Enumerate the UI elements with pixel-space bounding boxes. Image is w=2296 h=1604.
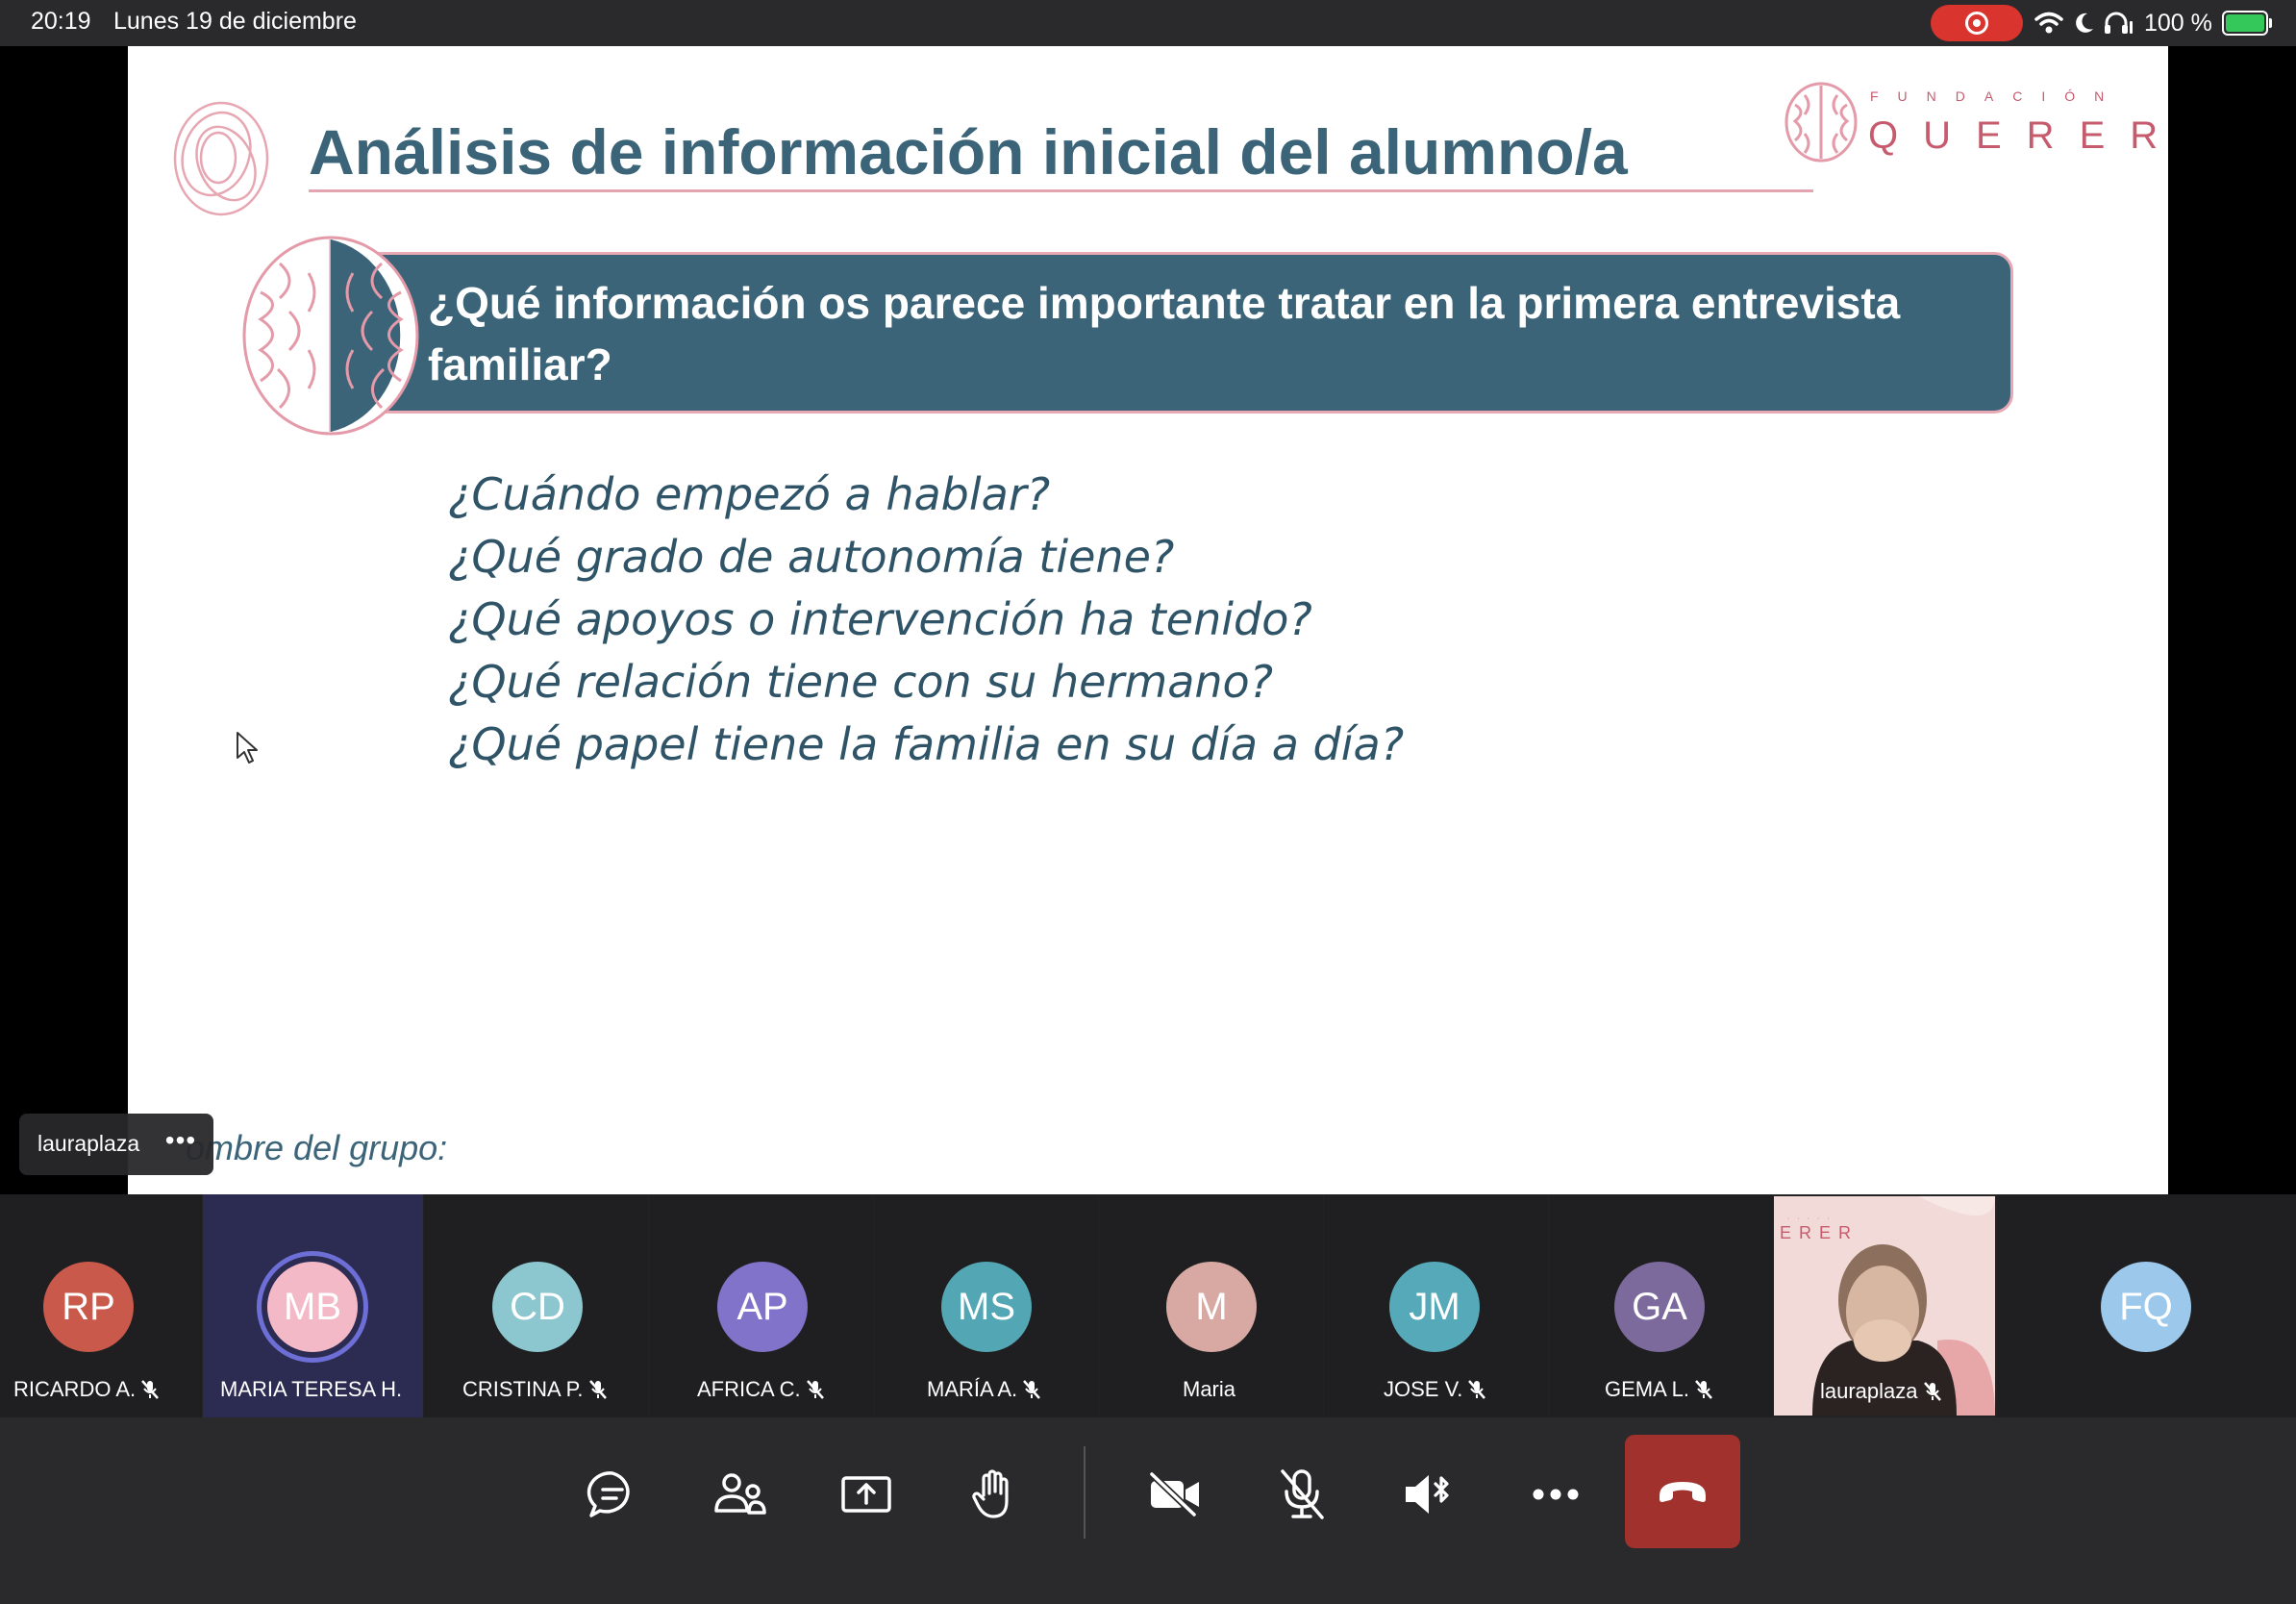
- participant-name: JOSE V.: [1384, 1377, 1486, 1402]
- list-item: ¿Qué apoyos o intervención ha tenido?: [448, 593, 1312, 645]
- questions-list: ¿Cuándo empezó a hablar? ¿Qué grado de a…: [448, 464, 1404, 776]
- camera-off-icon: [1149, 1471, 1199, 1517]
- chat-button[interactable]: [574, 1456, 651, 1533]
- avatar: GA: [1614, 1262, 1705, 1352]
- avatar: AP: [717, 1262, 808, 1352]
- participant-name: MARÍA A.: [927, 1377, 1041, 1402]
- participant-name-text: lauraplaza: [1820, 1379, 1918, 1403]
- list-item: ¿Cuándo empezó a hablar?: [448, 468, 1051, 520]
- wifi-icon: [2034, 12, 2063, 34]
- logo-fundacion: FUNDACIÓN: [1870, 88, 2124, 104]
- participant-name-text: MARIA TERESA H.: [220, 1377, 403, 1401]
- participant-name: AFRICA C.: [697, 1377, 824, 1402]
- headphones-icon: [2105, 12, 2133, 34]
- participant-tile[interactable]: CD CRISTINA P.: [424, 1194, 648, 1417]
- participant-name-text: JOSE V.: [1384, 1377, 1463, 1401]
- more-options-icon[interactable]: •••: [162, 1119, 200, 1167]
- participants-icon: [714, 1473, 766, 1515]
- more-icon: [1533, 1489, 1579, 1500]
- status-date: Lunes 19 de diciembre: [113, 8, 357, 35]
- list-item: ¿Qué papel tiene la familia en su día a …: [448, 718, 1405, 770]
- speaker-button[interactable]: [1390, 1456, 1467, 1533]
- participant-tile[interactable]: M Maria: [1099, 1194, 1323, 1417]
- participant-tile[interactable]: RP RICARDO A.: [0, 1194, 202, 1417]
- title-underline: [309, 189, 1813, 192]
- screen-record-icon[interactable]: [1931, 5, 2023, 41]
- moon-icon: [2076, 13, 2093, 33]
- participant-tile[interactable]: AP AFRICA C.: [649, 1194, 873, 1417]
- mic-off-icon: [1281, 1469, 1324, 1519]
- list-item: ¿Qué grado de autonomía tiene?: [448, 531, 1175, 583]
- avatar: RP: [43, 1262, 134, 1352]
- participant-name: CRISTINA P.: [462, 1377, 607, 1402]
- avatar: MS: [941, 1262, 1032, 1352]
- slide-title: Análisis de información inicial del alum…: [309, 116, 1628, 188]
- speaker-bluetooth-icon: [1406, 1475, 1449, 1514]
- mic-off-icon: [806, 1380, 824, 1399]
- participant-name: Maria: [1183, 1377, 1235, 1402]
- participants-button[interactable]: [701, 1456, 778, 1533]
- participant-tile[interactable]: MB MARIA TERESA H.: [203, 1194, 423, 1417]
- avatar: M: [1166, 1262, 1257, 1352]
- list-item: ¿Qué relación tiene con su hermano?: [448, 656, 1274, 708]
- participant-video-tile[interactable]: ····· ERER lauraplaza: [1774, 1196, 1995, 1416]
- video-logo-fragment: ERER: [1780, 1223, 1859, 1242]
- brain-illustration-icon: [242, 236, 419, 436]
- question-text: ¿Qué información os parece importante tr…: [428, 278, 1901, 389]
- participant-name-text: CRISTINA P.: [462, 1377, 584, 1401]
- participant-name: MARIA TERESA H.: [220, 1377, 402, 1402]
- participant-name: GEMA L.: [1605, 1377, 1712, 1402]
- mic-toggle-button[interactable]: [1263, 1456, 1340, 1533]
- status-time: 20:19: [31, 8, 91, 35]
- scribble-decoration-icon: [173, 101, 269, 216]
- camera-toggle-button[interactable]: [1136, 1456, 1213, 1533]
- more-button[interactable]: [1517, 1456, 1594, 1533]
- avatar: MB: [267, 1262, 358, 1352]
- mouse-cursor-icon: [237, 732, 258, 764]
- status-icons: 100 %: [2034, 6, 2272, 40]
- participant-name-text: GEMA L.: [1605, 1377, 1690, 1401]
- raise-hand-button[interactable]: [955, 1456, 1032, 1533]
- participant-tile[interactable]: JM JOSE V.: [1324, 1194, 1548, 1417]
- presenter-name: lauraplaza: [37, 1131, 140, 1156]
- participant-name: RICARDO A.: [13, 1377, 160, 1402]
- mic-off-icon: [1023, 1380, 1041, 1399]
- logo-querer: QUERER: [1868, 114, 2168, 157]
- shared-slide: Análisis de información inicial del alum…: [128, 46, 2168, 1194]
- hang-up-icon: [1660, 1482, 1706, 1502]
- raise-hand-icon: [972, 1469, 1009, 1518]
- share-screen-icon: [841, 1476, 891, 1513]
- mic-off-icon: [1923, 1382, 1941, 1401]
- battery-percent: 100 %: [2144, 9, 2212, 37]
- mic-off-icon: [1695, 1380, 1712, 1399]
- meeting-toolbar: [0, 1417, 2296, 1604]
- chat-icon: [586, 1471, 630, 1517]
- participant-tile[interactable]: MS MARÍA A.: [874, 1194, 1098, 1417]
- video-logo-fragment-top: ·····: [1787, 1216, 1837, 1222]
- participant-tile[interactable]: FQ: [1997, 1194, 2296, 1417]
- brain-logo-icon: [1784, 82, 1858, 163]
- toolbar-divider: [1084, 1446, 1086, 1539]
- avatar: JM: [1389, 1262, 1480, 1352]
- participant-tile[interactable]: GA GEMA L.: [1549, 1194, 1773, 1417]
- participant-name-text: RICARDO A.: [13, 1377, 137, 1401]
- hang-up-button[interactable]: [1625, 1435, 1740, 1548]
- participant-name-text: Maria: [1183, 1377, 1236, 1401]
- avatar: FQ: [2101, 1262, 2191, 1352]
- avatar: CD: [492, 1262, 583, 1352]
- battery-charging-icon: [2221, 11, 2272, 36]
- share-screen-button[interactable]: [828, 1456, 905, 1533]
- status-bar: 20:19 Lunes 19 de diciembre 100 %: [0, 0, 2296, 46]
- group-name-label: ombre del grupo:: [186, 1128, 448, 1167]
- participant-name: lauraplaza: [1820, 1379, 1941, 1404]
- mic-off-icon: [588, 1380, 607, 1399]
- presenter-name-tag[interactable]: lauraplaza •••: [19, 1114, 213, 1175]
- participant-name-text: AFRICA C.: [697, 1377, 801, 1401]
- mic-off-icon: [1468, 1380, 1486, 1399]
- participant-name-text: MARÍA A.: [927, 1377, 1018, 1401]
- mic-off-icon: [141, 1380, 160, 1399]
